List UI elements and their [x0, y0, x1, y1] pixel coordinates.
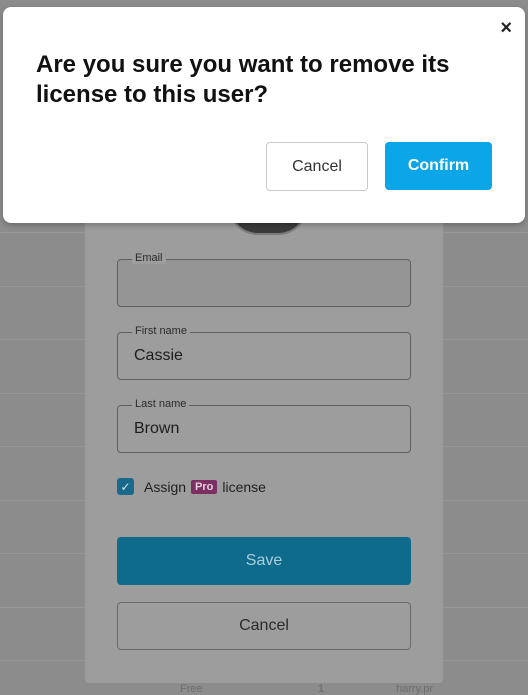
- dialog-question: Are you sure you want to remove its lice…: [36, 51, 450, 108]
- assign-license-row: ✓ Assign Pro license: [117, 478, 266, 495]
- dialog-confirm-button[interactable]: Confirm: [385, 142, 492, 190]
- confirm-remove-license-dialog: × Are you sure you want to remove its li…: [3, 7, 525, 223]
- email-field[interactable]: Email: [117, 252, 411, 307]
- assign-suffix: license: [222, 478, 266, 495]
- first-name-field[interactable]: First name Cassie: [117, 325, 411, 380]
- dialog-cancel-button[interactable]: Cancel: [266, 142, 368, 191]
- pro-badge: Pro: [191, 479, 218, 494]
- assign-prefix: Assign: [144, 478, 187, 495]
- last-name-label: Last name: [132, 398, 190, 410]
- close-icon[interactable]: ×: [500, 18, 512, 38]
- row-user: harry.pr: [396, 683, 434, 695]
- last-name-value: Brown: [134, 420, 180, 437]
- row-count: 1: [318, 683, 325, 695]
- first-name-label: First name: [132, 325, 190, 337]
- email-label: Email: [132, 252, 166, 264]
- edit-user-panel: Email First name Cassie Last name Brown …: [85, 205, 443, 683]
- assign-license-checkbox[interactable]: ✓: [117, 478, 134, 495]
- last-name-field[interactable]: Last name Brown: [117, 398, 411, 453]
- row-plan: Free: [180, 683, 203, 695]
- first-name-value: Cassie: [134, 347, 183, 364]
- background-table-row: Free 1 harry.pr: [0, 683, 528, 695]
- panel-cancel-button[interactable]: Cancel: [117, 602, 411, 650]
- save-button[interactable]: Save: [117, 537, 411, 585]
- checkbox-check-icon: ✓: [120, 479, 131, 494]
